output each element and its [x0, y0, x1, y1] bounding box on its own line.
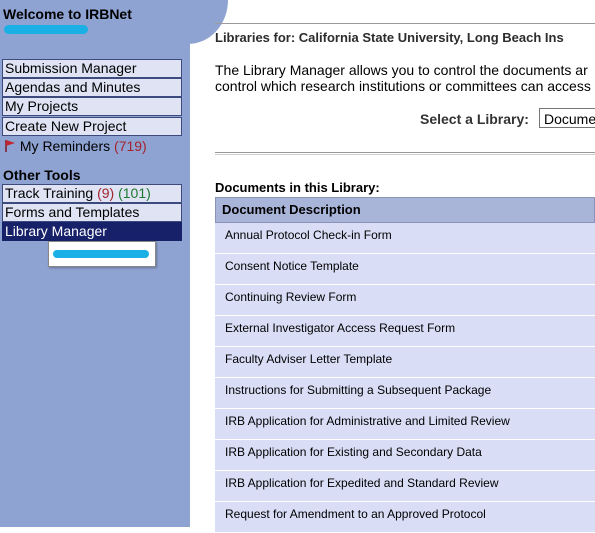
- table-row[interactable]: Instructions for Submitting a Subsequent…: [215, 378, 595, 409]
- nav-my-projects[interactable]: My Projects: [2, 97, 182, 116]
- nav-agendas-minutes[interactable]: Agendas and Minutes: [2, 78, 182, 97]
- table-row[interactable]: IRB Application for Administrative and L…: [215, 409, 595, 440]
- divider-middle: [215, 152, 595, 155]
- track-training-count-red: (9): [97, 185, 115, 201]
- table-row[interactable]: Annual Protocol Check-in Form: [215, 223, 595, 254]
- intro-line-1: The Library Manager allows you to contro…: [215, 62, 588, 78]
- redacted-submenu-label: [53, 250, 149, 258]
- nav-forms-templates[interactable]: Forms and Templates: [2, 203, 182, 222]
- nav-create-new-project[interactable]: Create New Project: [2, 117, 182, 136]
- table-row[interactable]: Faculty Adviser Letter Template: [215, 347, 595, 378]
- intro-text: The Library Manager allows you to contro…: [215, 62, 591, 94]
- table-row[interactable]: Consent Notice Template: [215, 254, 595, 285]
- intro-line-2: control which research institutions or c…: [215, 78, 591, 94]
- redacted-user-name: [4, 25, 88, 34]
- divider-top: [215, 23, 595, 24]
- track-training-label: Track Training: [5, 185, 94, 201]
- table-row[interactable]: Request for Amendment to an Approved Pro…: [215, 502, 595, 533]
- track-training-count-green: (101): [118, 185, 151, 201]
- libraries-for-heading: Libraries for: California State Universi…: [215, 30, 564, 45]
- table-row[interactable]: IRB Application for Existing and Seconda…: [215, 440, 595, 471]
- nav-library-manager[interactable]: Library Manager: [2, 222, 182, 241]
- table-row[interactable]: Continuing Review Form: [215, 285, 595, 316]
- table-row[interactable]: External Investigator Access Request For…: [215, 316, 595, 347]
- nav-submission-manager[interactable]: Submission Manager: [2, 59, 182, 78]
- documents-table: Document Description Annual Protocol Che…: [215, 197, 595, 533]
- other-tools-title: Other Tools: [3, 167, 81, 183]
- reminders-count: (719): [114, 138, 147, 154]
- reminders-label: My Reminders: [19, 138, 111, 154]
- library-select[interactable]: Docume: [539, 108, 595, 128]
- nav-my-reminders[interactable]: My Reminders (719): [4, 138, 147, 154]
- table-header-description: Document Description: [215, 197, 595, 223]
- table-row[interactable]: IRB Application for Expedited and Standa…: [215, 471, 595, 502]
- nav-track-training[interactable]: Track Training (9) (101): [2, 184, 182, 203]
- select-library-label: Select a Library:: [420, 111, 529, 127]
- flag-icon: [5, 140, 15, 152]
- documents-title: Documents in this Library:: [215, 180, 380, 195]
- submenu-manage-libraries[interactable]: [48, 241, 156, 267]
- welcome-title: Welcome to IRBNet: [3, 6, 132, 22]
